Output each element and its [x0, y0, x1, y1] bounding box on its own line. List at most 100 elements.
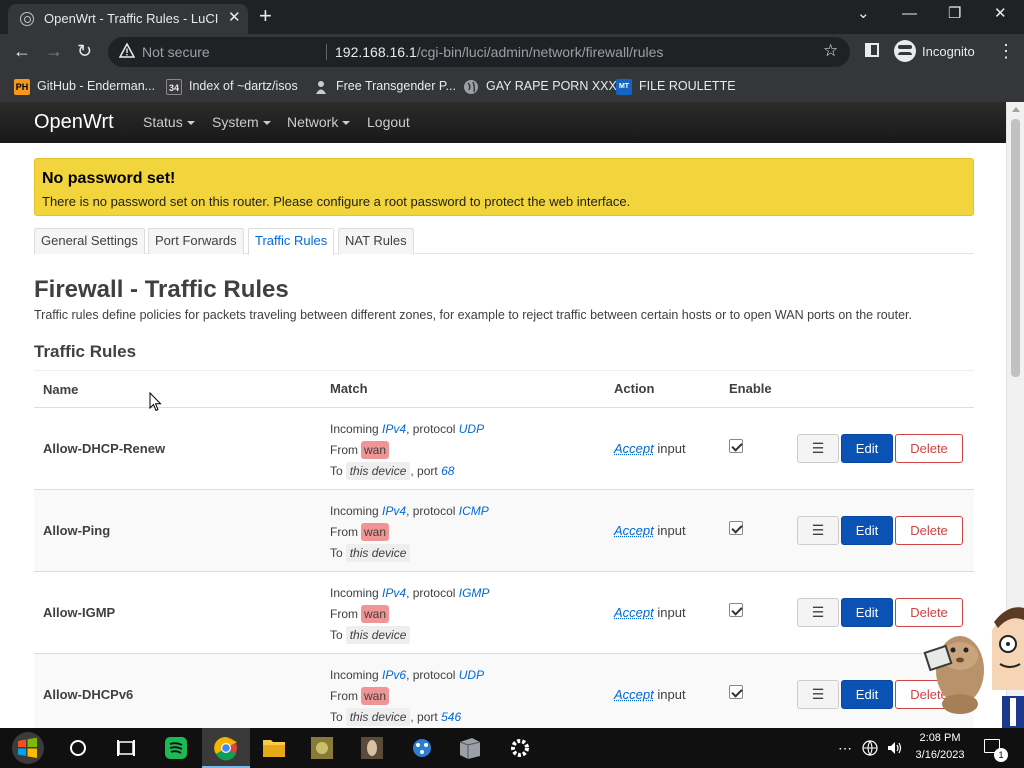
firewall-tabs: General Settings Port Forwards Traffic R… [34, 228, 974, 254]
rule-action: Accept input [614, 441, 686, 456]
drag-sort-button[interactable]: ☰ [797, 434, 839, 463]
url-text[interactable]: 192.168.16.1/cgi-bin/luci/admin/network/… [335, 44, 663, 60]
game-app-icon[interactable] [298, 728, 346, 768]
to-word: To [330, 464, 343, 478]
to-word: To [330, 710, 343, 724]
menu-network[interactable]: Network [287, 114, 350, 130]
search-circle-icon[interactable] [54, 728, 102, 768]
new-tab-button[interactable]: + [259, 4, 272, 28]
edit-button[interactable]: Edit [841, 598, 893, 627]
browser-menu-icon[interactable]: ⋮ [997, 40, 1015, 62]
notification-count-badge: 1 [994, 748, 1008, 762]
port-value: 68 [441, 464, 454, 478]
menu-logout[interactable]: Logout [367, 114, 410, 130]
settings-gear-icon[interactable] [496, 728, 544, 768]
show-hidden-icons-icon[interactable]: ⋯ [838, 740, 852, 757]
edit-button[interactable]: Edit [841, 516, 893, 545]
delete-button[interactable]: Delete [895, 516, 963, 545]
media-app-icon[interactable] [348, 728, 396, 768]
port-word: , port [410, 464, 437, 478]
protocol-word: , protocol [406, 504, 455, 518]
brand-logo[interactable]: OpenWrt [34, 111, 114, 134]
archive-app-icon[interactable] [446, 728, 494, 768]
tab-general-settings[interactable]: General Settings [34, 228, 145, 254]
reload-button[interactable]: ↻ [77, 40, 92, 62]
from-word: From [330, 607, 358, 621]
edit-button[interactable]: Edit [841, 434, 893, 463]
back-button[interactable]: ← [13, 40, 31, 62]
menu-label: System [212, 114, 259, 130]
file-explorer-icon[interactable] [250, 728, 298, 768]
drag-sort-button[interactable]: ☰ [797, 680, 839, 709]
column-header-enable: Enable [729, 381, 772, 396]
warning-icon[interactable] [119, 43, 135, 59]
bookmark-star-icon[interactable]: ☆ [823, 41, 838, 61]
protocol-value: IGMP [459, 586, 490, 600]
address-bar[interactable]: Not secure 192.168.16.1/cgi-bin/luci/adm… [108, 37, 850, 67]
tab-port-forwards[interactable]: Port Forwards [148, 228, 244, 254]
enable-checkbox[interactable] [729, 685, 743, 699]
delete-button[interactable]: Delete [895, 434, 963, 463]
browser-tab[interactable]: OpenWrt - Traffic Rules - LuCI ✕ [8, 4, 248, 34]
port-value: 546 [441, 710, 461, 724]
bookmark-item[interactable]: PH GitHub - Enderman... [14, 76, 155, 96]
enable-checkbox[interactable] [729, 603, 743, 617]
edit-button[interactable]: Edit [841, 680, 893, 709]
family-value: IPv6 [382, 668, 406, 682]
drag-sort-button[interactable]: ☰ [797, 516, 839, 545]
tab-traffic-rules[interactable]: Traffic Rules [248, 228, 334, 255]
forward-button[interactable]: → [45, 40, 63, 62]
volume-icon[interactable] [886, 740, 904, 756]
bookmark-item[interactable]: 34 Index of ~dartz/isos [166, 76, 298, 96]
browser-toolbar: ← → ↻ Not secure 192.168.16.1/cgi-bin/lu… [0, 34, 1024, 70]
enable-checkbox[interactable] [729, 439, 743, 453]
close-window-button[interactable]: ✕ [994, 4, 1007, 24]
drag-sort-button[interactable]: ☰ [797, 598, 839, 627]
bookmark-label: FILE ROULETTE [639, 79, 736, 93]
device-badge: this device [346, 626, 411, 644]
device-badge: this device [346, 462, 411, 480]
incoming-word: Incoming [330, 422, 379, 436]
clock-time[interactable]: 2:08 PM [912, 732, 968, 744]
scrollbar-thumb[interactable] [1011, 119, 1020, 377]
rules-table-header: Name Match Action Enable [34, 370, 974, 408]
clock-date[interactable]: 3/16/2023 [910, 749, 970, 761]
bookmark-item[interactable]: Free Transgender P... [313, 76, 456, 96]
rule-match: Incoming IPv4, protocol UDP From wan To th… [330, 419, 484, 482]
bookmark-label: GAY RAPE PORN XXX [486, 79, 617, 93]
from-word: From [330, 443, 358, 457]
action-chain: input [657, 523, 685, 538]
enable-checkbox[interactable] [729, 521, 743, 535]
task-view-icon[interactable] [102, 728, 150, 768]
browser-tab-strip: OpenWrt - Traffic Rules - LuCI ✕ + ⌄ — ❐… [0, 0, 1024, 34]
tab-search-icon[interactable]: ⌄ [857, 4, 870, 24]
bookmark-label: GitHub - Enderman... [37, 79, 155, 93]
caret-down-icon [263, 121, 271, 125]
action-target: Accept [614, 605, 654, 620]
globe-icon [463, 79, 479, 95]
column-header-action: Action [614, 381, 654, 396]
network-globe-icon[interactable] [862, 740, 878, 756]
minimize-button[interactable]: — [902, 4, 917, 24]
incognito-label[interactable]: Incognito [922, 44, 975, 59]
menu-system[interactable]: System [212, 114, 271, 130]
tab-nat-rules[interactable]: NAT Rules [338, 228, 414, 254]
security-label[interactable]: Not secure [142, 44, 210, 60]
start-button[interactable] [4, 728, 52, 768]
network-app-icon[interactable] [398, 728, 446, 768]
spotify-app-icon[interactable] [152, 728, 200, 768]
chrome-app-icon[interactable] [202, 728, 250, 768]
tab-close-icon[interactable]: ✕ [228, 9, 241, 27]
bookmark-item[interactable]: MT FILE ROULETTE [616, 76, 736, 96]
menu-status[interactable]: Status [143, 114, 195, 130]
restore-button[interactable]: ❐ [948, 4, 961, 24]
scroll-up-icon[interactable] [1012, 107, 1020, 112]
incoming-word: Incoming [330, 586, 379, 600]
bookmark-item[interactable]: GAY RAPE PORN XXX [463, 76, 617, 96]
hamster-sticker-image [920, 600, 1024, 728]
bookmark-label: Index of ~dartz/isos [189, 79, 298, 93]
file-roulette-icon: MT [616, 79, 632, 95]
menu-label: Network [287, 114, 338, 130]
side-panel-icon[interactable] [865, 43, 879, 57]
incognito-icon[interactable] [894, 40, 916, 62]
